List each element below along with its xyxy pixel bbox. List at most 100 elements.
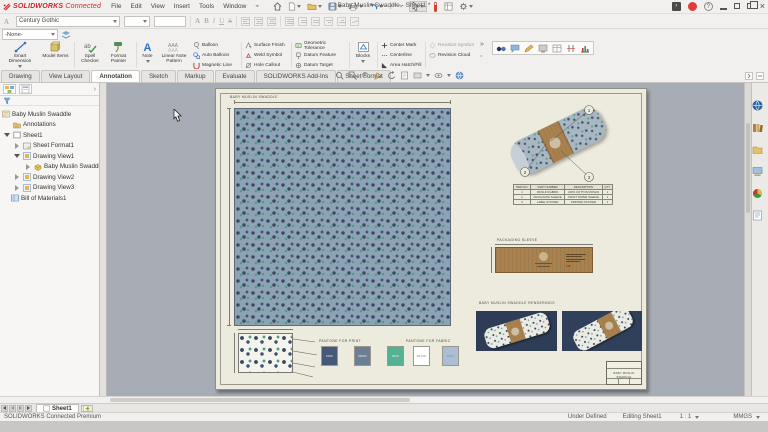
- file-explorer-icon[interactable]: [752, 144, 763, 155]
- menu-window[interactable]: Window: [223, 3, 246, 11]
- design-library-icon[interactable]: [752, 122, 763, 133]
- tab-markup[interactable]: Markup: [177, 70, 214, 82]
- minimize-button[interactable]: [720, 8, 727, 10]
- title-block[interactable]: BABY MUSLIN SWADDLE: [606, 361, 642, 385]
- revision-cloud-button[interactable]: Revision Cloud: [429, 51, 475, 60]
- pane-options-icon[interactable]: [756, 72, 764, 80]
- fabric-pattern-view[interactable]: [234, 108, 451, 326]
- view-sketch-icon[interactable]: [374, 71, 383, 80]
- save-button[interactable]: [328, 2, 342, 11]
- collapse-arrow-icon[interactable]: [4, 133, 10, 137]
- tree-item-sheet1[interactable]: Sheet1: [0, 130, 99, 141]
- tab-annotation[interactable]: Annotation: [91, 70, 140, 82]
- indent-increase-icon[interactable]: [337, 17, 346, 26]
- underline-button[interactable]: U: [219, 17, 224, 25]
- open-document-button[interactable]: [307, 2, 322, 11]
- menu-file[interactable]: File: [111, 3, 121, 11]
- datum-feature-button[interactable]: Datum Feature: [295, 51, 347, 60]
- tree-item-drawing-view2[interactable]: Drawing View2: [0, 172, 99, 183]
- home-button[interactable]: [273, 2, 282, 11]
- linear-note-pattern-button[interactable]: AAAAAA Linear Note Pattern: [158, 40, 190, 69]
- expand-arrow-icon[interactable]: [15, 185, 19, 191]
- prev-sheet-button[interactable]: [9, 405, 16, 412]
- color-chart-icon[interactable]: [580, 44, 590, 53]
- collapse-arrow-icon[interactable]: [14, 154, 20, 158]
- expand-arrow-icon[interactable]: [15, 174, 19, 180]
- tab-solidworks-add-ins[interactable]: SOLIDWORKS Add-Ins: [256, 70, 337, 82]
- hud-dropdown-icon[interactable]: [426, 74, 430, 77]
- italic-button[interactable]: I: [213, 17, 215, 25]
- smart-dimension-button[interactable]: Smart Dimension: [2, 40, 38, 69]
- view-glasses-icon[interactable]: [496, 44, 506, 53]
- balloon-button[interactable]: Balloon: [193, 41, 239, 50]
- weld-symbol-button[interactable]: Weld Symbol: [245, 51, 289, 60]
- display-states-icon[interactable]: [538, 44, 548, 53]
- rendering-image-1[interactable]: [476, 311, 557, 351]
- tree-item-bom[interactable]: Bill of Materials1: [0, 193, 99, 204]
- bullet-list-icon[interactable]: [298, 17, 307, 26]
- new-document-button[interactable]: [288, 2, 301, 11]
- zoom-to-fit-icon[interactable]: [335, 71, 344, 80]
- sheet-title-note[interactable]: BABY MUSLIN SWADDLE: [230, 95, 278, 99]
- packaging-sleeve-view[interactable]: 1:8: [495, 247, 593, 273]
- tree-item-root[interactable]: Baby Muslin Swaddle: [0, 109, 99, 120]
- tab-view-layout[interactable]: View Layout: [41, 70, 91, 82]
- scale-dropdown-icon[interactable]: [695, 416, 699, 419]
- tree-item-sheet-format1[interactable]: Sheet Format1: [0, 141, 99, 152]
- bom-row[interactable]: 3LABEL STICKERPRINTED STICKER1: [514, 200, 613, 205]
- rendering-image-2[interactable]: [562, 311, 642, 351]
- task-scheduler-icon[interactable]: [444, 2, 453, 11]
- auto-balloon-button[interactable]: Auto Balloon: [193, 51, 239, 60]
- bold-button2[interactable]: B: [204, 17, 209, 25]
- status-scale[interactable]: 1 : 1: [680, 414, 692, 420]
- first-sheet-button[interactable]: [1, 405, 8, 412]
- collapse-pane-icon[interactable]: [745, 72, 753, 80]
- menu-view[interactable]: View: [151, 3, 165, 11]
- datum-target-button[interactable]: Datum Target: [295, 61, 347, 70]
- justify-icon[interactable]: [285, 17, 294, 26]
- panel-splitter[interactable]: [100, 83, 107, 396]
- tab-evaluate[interactable]: Evaluate: [215, 70, 255, 82]
- tree-item-annotations[interactable]: A Annotations: [0, 120, 99, 131]
- align-right-icon[interactable]: [267, 17, 276, 26]
- strikethrough-button[interactable]: S: [228, 17, 232, 25]
- angle-text-icon[interactable]: [350, 17, 359, 26]
- bom-table[interactable]: ITEM NO. PART NUMBER DESCRIPTION QTY. 1M…: [513, 184, 613, 205]
- note-button[interactable]: A Note: [139, 40, 156, 69]
- packaging-sleeve-label[interactable]: PACKAGING SLEEVE: [497, 238, 537, 242]
- next-sheet-button[interactable]: [17, 405, 24, 412]
- tree-item-drawing-view3[interactable]: Drawing View3: [0, 183, 99, 194]
- rotate-view-icon[interactable]: [387, 71, 396, 80]
- menu-insert[interactable]: Insert: [174, 3, 190, 11]
- align-left-icon[interactable]: [241, 17, 250, 26]
- magnetic-line-button[interactable]: Magnetic Line: [193, 61, 239, 70]
- close-button[interactable]: ×: [760, 1, 765, 11]
- maximize-button[interactable]: [734, 3, 740, 9]
- tree-filter[interactable]: [0, 96, 99, 106]
- swatch-1[interactable]: 533C: [321, 346, 338, 366]
- performance-evaluation-icon[interactable]: [433, 2, 438, 12]
- tree-item-drawing-view1[interactable]: Drawing View1: [0, 151, 99, 162]
- centerline-button[interactable]: Centerline: [381, 51, 423, 60]
- surface-finish-button[interactable]: Surface Finish: [245, 41, 289, 50]
- add-sheet-button[interactable]: [81, 405, 93, 412]
- feature-tree-tab[interactable]: [3, 84, 16, 94]
- swatch-5[interactable]: 537C: [442, 346, 459, 366]
- layer-properties-icon[interactable]: [61, 30, 71, 40]
- drawing-sheet[interactable]: BABY MUSLIN SWADDLE 1: [215, 88, 647, 390]
- center-mark-button[interactable]: Center Mark: [381, 41, 423, 50]
- layer-select[interactable]: -None-: [2, 29, 58, 40]
- scroll-thumb[interactable]: [110, 398, 410, 402]
- model-items-button[interactable]: Model Items: [40, 40, 71, 69]
- hole-callout-button[interactable]: Hole Callout: [245, 61, 289, 70]
- spell-checker-button[interactable]: ab Spell Checker: [77, 40, 103, 69]
- menu-edit[interactable]: Edit: [131, 3, 142, 11]
- 3dexperience-icon[interactable]: [752, 100, 763, 111]
- swatch-4[interactable]: WHITE: [413, 346, 430, 366]
- task-pane-toggle-icon[interactable]: ›: [672, 2, 681, 11]
- view-globe-icon[interactable]: [455, 71, 464, 80]
- custom-properties-icon[interactable]: [752, 210, 763, 221]
- appearances-icon[interactable]: [752, 188, 763, 199]
- blocks-button[interactable]: Blocks: [352, 40, 374, 69]
- compare-icon[interactable]: [566, 44, 576, 53]
